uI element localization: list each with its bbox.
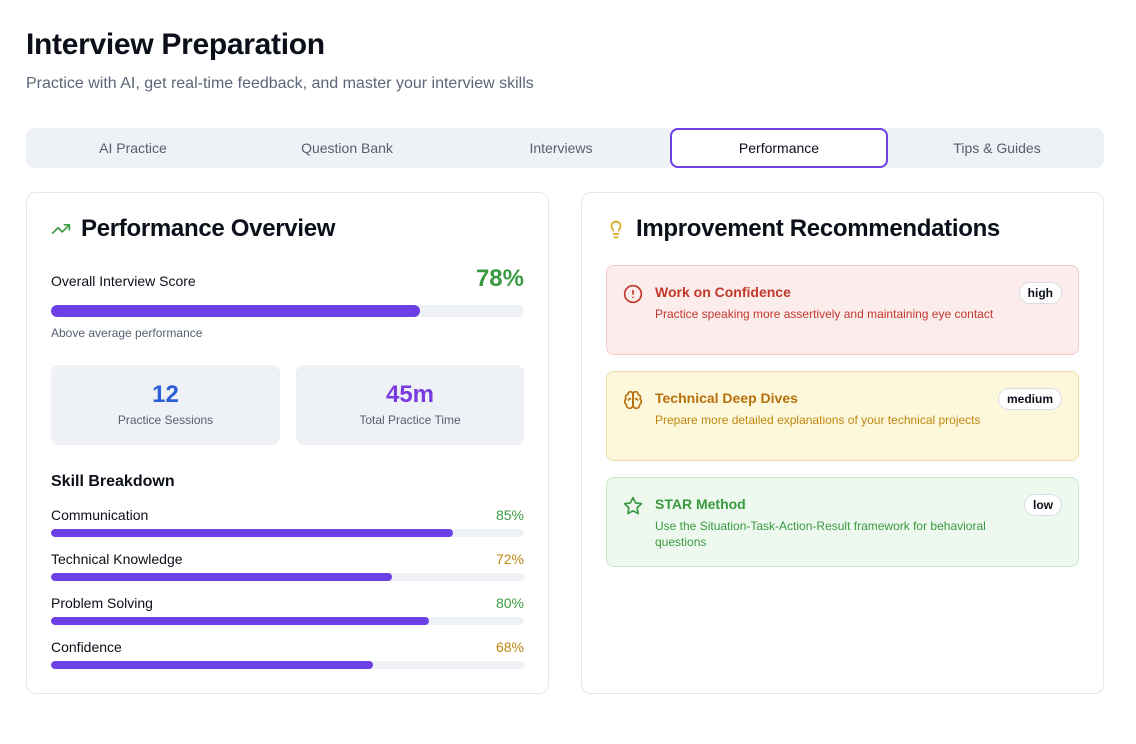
skill-progress	[51, 573, 524, 581]
trending-up-icon	[51, 219, 71, 239]
tab-tips-guides[interactable]: Tips & Guides	[890, 128, 1104, 168]
tab-performance[interactable]: Performance	[670, 128, 888, 168]
recommendation-title: Technical Deep Dives	[655, 390, 798, 406]
skill-fill	[51, 573, 392, 581]
stat-total-practice-time: 45m Total Practice Time	[296, 365, 524, 445]
skill-progress	[51, 661, 524, 669]
skill-row: Confidence 68%	[51, 639, 524, 683]
recommendation-item: Work on Confidence Practice speaking mor…	[606, 265, 1079, 355]
overall-score-progress	[51, 305, 524, 317]
recommendation-item: STAR Method Use the Situation-Task-Actio…	[606, 477, 1079, 567]
overall-score-label: Overall Interview Score	[51, 273, 196, 289]
priority-badge: medium	[997, 388, 1062, 410]
overall-score-value: 78%	[475, 265, 524, 292]
tab-ai-practice[interactable]: AI Practice	[26, 128, 240, 168]
star-icon	[623, 496, 643, 521]
skill-progress	[51, 529, 524, 537]
recommendation-description: Use the Situation-Task-Action-Result fra…	[655, 519, 986, 549]
tab-question-bank[interactable]: Question Bank	[240, 128, 454, 168]
recommendation-title: STAR Method	[655, 496, 746, 512]
overall-score-fill	[51, 305, 420, 317]
tab-interviews[interactable]: Interviews	[454, 128, 668, 168]
recommendation-item: Technical Deep Dives Prepare more detail…	[606, 371, 1079, 461]
skill-value: 68%	[495, 639, 524, 655]
page-title: Interview Preparation	[26, 28, 325, 61]
skill-value: 72%	[495, 551, 524, 567]
stat-value: 12	[152, 381, 179, 408]
priority-badge: low	[1024, 494, 1062, 516]
stat-label: Practice Sessions	[117, 413, 214, 427]
lightbulb-icon	[606, 219, 626, 239]
skill-row: Communication 85%	[51, 507, 524, 551]
recommendation-description: Practice speaking more assertively and m…	[655, 307, 994, 321]
skill-value: 85%	[495, 507, 524, 523]
skill-fill	[51, 661, 373, 669]
tab-bar: AI Practice Question Bank Interviews Per…	[26, 128, 1104, 168]
stat-practice-sessions: 12 Practice Sessions	[51, 365, 280, 445]
skill-progress	[51, 617, 524, 625]
stat-label: Total Practice Time	[359, 413, 461, 427]
stat-value: 45m	[385, 381, 435, 408]
recommendations-title: Improvement Recommendations	[636, 215, 1000, 242]
skill-breakdown-title: Skill Breakdown	[51, 473, 175, 490]
recommendation-description: Prepare more detailed explanations of yo…	[655, 413, 981, 427]
brain-icon	[623, 390, 643, 415]
priority-badge: high	[1018, 282, 1062, 304]
skill-row: Technical Knowledge 72%	[51, 551, 524, 595]
skill-name: Problem Solving	[51, 595, 153, 611]
recommendation-title: Work on Confidence	[655, 284, 791, 300]
skill-name: Confidence	[51, 639, 122, 655]
skill-fill	[51, 529, 454, 537]
performance-overview-card: Performance Overview Overall Interview S…	[26, 192, 549, 694]
skill-value: 80%	[495, 595, 524, 611]
skill-breakdown-list: Communication 85% Technical Knowledge 72…	[51, 507, 524, 683]
performance-overview-title: Performance Overview	[81, 215, 336, 242]
overall-score-note: Above average performance	[51, 326, 203, 340]
recommendations-card: Improvement Recommendations Work on Conf…	[581, 192, 1104, 694]
performance-overview-header: Performance Overview	[51, 215, 335, 243]
alert-circle-icon	[623, 284, 643, 309]
recommendations-header: Improvement Recommendations	[606, 215, 1000, 243]
page-subtitle: Practice with AI, get real-time feedback…	[26, 75, 534, 92]
skill-name: Technical Knowledge	[51, 551, 183, 567]
skill-name: Communication	[51, 507, 149, 523]
skill-fill	[51, 617, 430, 625]
skill-row: Problem Solving 80%	[51, 595, 524, 639]
